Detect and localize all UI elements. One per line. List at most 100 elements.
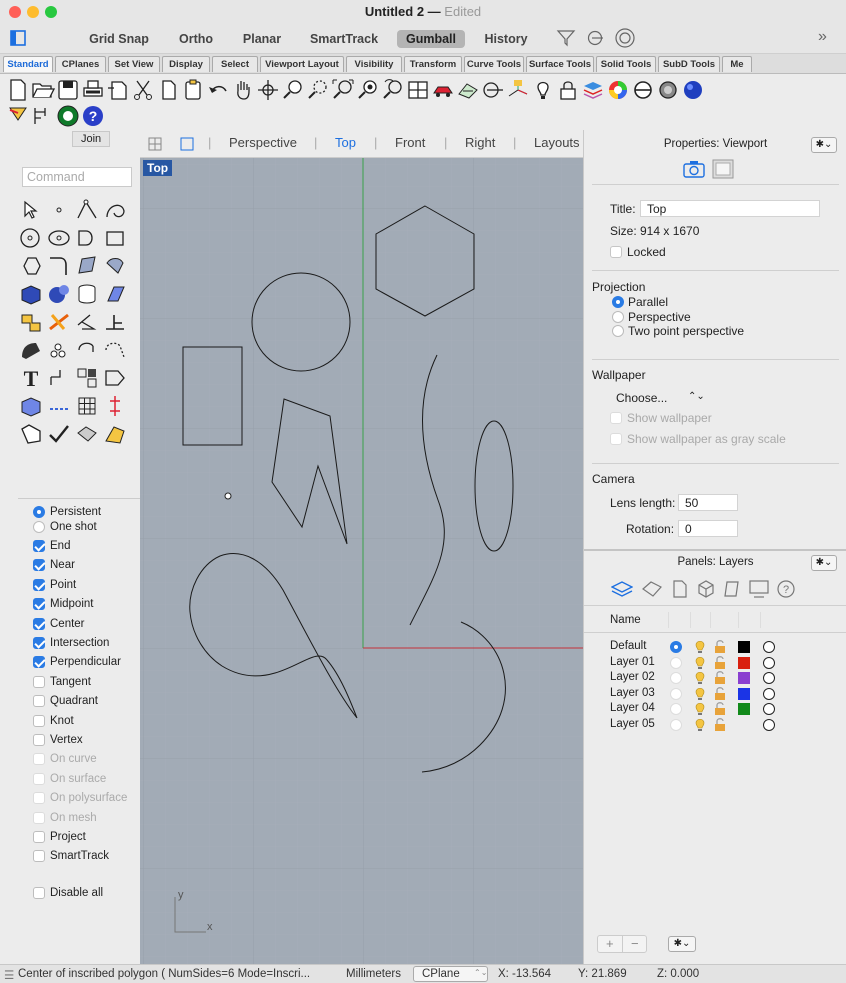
copy-icon[interactable] [156, 78, 180, 102]
layer-material-icon[interactable] [763, 703, 775, 716]
lock-icon[interactable] [556, 78, 580, 102]
zoom-icon[interactable] [281, 78, 305, 102]
tab-set-view[interactable]: Set View [108, 56, 160, 72]
zoom-extents-icon[interactable] [331, 78, 355, 102]
layer-material-icon[interactable] [763, 672, 775, 685]
add-layer-icon[interactable]: + [606, 936, 614, 951]
paste-icon[interactable] [181, 78, 205, 102]
curve-tool-icon[interactable] [102, 197, 128, 223]
layer-color-swatch[interactable] [738, 656, 750, 669]
single-viewport-icon[interactable] [180, 137, 194, 151]
help-icon[interactable]: ? [81, 104, 105, 128]
layer-row[interactable]: Layer 05 [610, 718, 830, 734]
show-gray-checkbox[interactable] [610, 433, 622, 445]
split-icon[interactable] [74, 309, 100, 335]
gumball-tool-icon[interactable] [102, 393, 128, 419]
layer-lock-icon[interactable] [714, 671, 726, 685]
projection-perspective-radio[interactable] [612, 311, 624, 323]
viewport-display-icon[interactable] [712, 159, 734, 179]
pan-hand-icon[interactable] [231, 78, 255, 102]
layer-icon[interactable] [581, 78, 605, 102]
select-arrow-icon[interactable] [18, 197, 44, 223]
layer-lock-icon[interactable] [714, 702, 726, 716]
tab-perspective[interactable]: Perspective [229, 135, 297, 150]
rotate-view-icon[interactable] [256, 78, 280, 102]
import-icon[interactable] [106, 78, 130, 102]
materials-tab-icon[interactable] [641, 579, 663, 599]
layout-tab-icon[interactable] [722, 579, 742, 599]
layer-color-swatch[interactable] [738, 641, 750, 653]
locked-checkbox[interactable] [610, 246, 622, 258]
layer-row[interactable]: Layer 01 [610, 656, 830, 672]
print-icon[interactable] [81, 78, 105, 102]
tab-surface-tools[interactable]: Surface Tools [526, 56, 594, 72]
record-history-icon[interactable] [586, 28, 606, 48]
tab-more[interactable]: Me [722, 56, 752, 72]
box-solid-icon[interactable] [18, 281, 44, 307]
layer-options-gear-icon[interactable]: ✱⌄ [668, 936, 696, 952]
current-layer-radio[interactable] [670, 687, 682, 700]
layer-visible-icon[interactable] [694, 718, 706, 732]
tab-standard[interactable]: Standard [3, 56, 53, 72]
object-tab-icon[interactable] [696, 579, 716, 599]
tab-display[interactable]: Display [162, 56, 210, 72]
zoom-selected-icon[interactable] [356, 78, 380, 102]
smarttrack-toggle[interactable]: SmartTrack [306, 30, 382, 48]
circle-tool-icon[interactable] [18, 225, 44, 251]
cylinder-solid-icon[interactable] [74, 281, 100, 307]
sidebar-toggle-icon[interactable] [10, 30, 26, 46]
rotation-field[interactable]: 0 [678, 520, 738, 537]
paint-icon[interactable] [102, 421, 128, 447]
extrude-icon[interactable] [102, 281, 128, 307]
osnap-target-icon[interactable] [614, 27, 636, 49]
rendered-view-icon[interactable] [631, 78, 655, 102]
array-icon[interactable] [46, 337, 72, 363]
layer-material-icon[interactable] [763, 641, 775, 653]
panel-splitter[interactable] [584, 549, 846, 551]
tab-front[interactable]: Front [395, 135, 425, 150]
surface-from-curves-icon[interactable] [74, 253, 100, 279]
tab-cplanes[interactable]: CPlanes [55, 56, 106, 72]
analyze-icon[interactable] [18, 421, 44, 447]
join-icon[interactable] [56, 104, 80, 128]
current-layer-radio[interactable] [670, 703, 682, 716]
save-icon[interactable] [56, 78, 80, 102]
boolean-union-icon[interactable] [18, 309, 44, 335]
rotate-icon[interactable] [74, 337, 100, 363]
render-icon[interactable] [74, 421, 100, 447]
projection-parallel-radio[interactable] [612, 296, 624, 308]
select-arrows-icon[interactable]: ⌃⌄ [688, 391, 705, 402]
projection-twopoint-radio[interactable] [612, 325, 624, 337]
overflow-chevron-icon[interactable]: » [818, 28, 827, 46]
layer-lock-icon[interactable] [714, 718, 726, 732]
curve-from-objects-icon[interactable] [46, 393, 72, 419]
top-viewport[interactable]: y x [140, 158, 583, 964]
new-file-icon[interactable] [6, 78, 30, 102]
planar-toggle[interactable]: Planar [238, 30, 286, 48]
ghosted-view-icon[interactable] [656, 78, 680, 102]
layer-color-swatch[interactable] [738, 687, 750, 700]
undo-view-icon[interactable] [381, 78, 405, 102]
camera-icon[interactable] [683, 160, 705, 178]
block-icon[interactable] [74, 365, 100, 391]
layer-material-icon[interactable] [763, 687, 775, 700]
viewport-name-label[interactable]: Top [143, 160, 173, 176]
grid-array-icon[interactable] [74, 393, 100, 419]
viewport-canvas[interactable]: y x [140, 158, 583, 964]
layer-lock-icon[interactable] [714, 640, 726, 654]
sphere-solid-icon[interactable] [46, 281, 72, 307]
object-snap-icon[interactable] [481, 78, 505, 102]
viewport-title-field[interactable]: Top [640, 200, 820, 217]
layer-visible-icon[interactable] [694, 687, 706, 701]
cplane-select[interactable]: CPlane ⌃⌄ [413, 966, 488, 982]
lens-length-field[interactable]: 50 [678, 494, 738, 511]
help-tab-icon[interactable]: ? [776, 579, 796, 599]
layer-lock-icon[interactable] [714, 686, 726, 701]
current-layer-radio[interactable] [670, 656, 682, 669]
layers-gear-icon[interactable]: ✱⌄ [811, 555, 837, 571]
grid-snap-toggle[interactable]: Grid Snap [86, 30, 152, 48]
layer-material-icon[interactable] [763, 656, 775, 669]
edit-point-icon[interactable] [102, 365, 128, 391]
dimension-icon[interactable] [31, 104, 55, 128]
tab-transform[interactable]: Transform [404, 56, 462, 72]
